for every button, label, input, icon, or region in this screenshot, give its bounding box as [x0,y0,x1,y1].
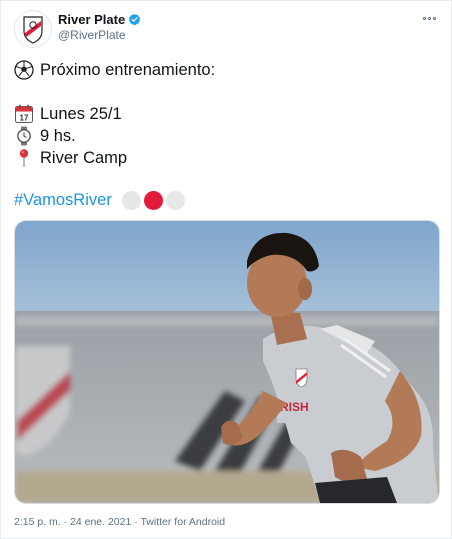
tweet-line-time: 9 hs. [14,126,76,146]
white-circle-icon [121,191,141,210]
author-row: River Plate [58,12,141,27]
more-icon[interactable] [423,13,439,23]
date-text: Lunes 25/1 [40,104,122,123]
calendar-icon: 17 [15,104,33,123]
calendar-day: 17 [20,114,29,123]
tweet-footer[interactable]: 2:15 p. m. · 24 ene. 2021 · Twitter for … [14,516,225,528]
player-photo-illustration: RISH [15,221,439,503]
watch-icon [17,126,31,146]
training-title: Próximo entrenamiento: [40,60,216,79]
author-name[interactable]: River Plate [58,12,125,27]
avatar[interactable] [14,10,52,48]
verified-badge-icon [129,13,141,26]
tweet-line-date: 17 Lunes 25/1 [14,104,122,124]
red-circle-icon [143,191,163,210]
tweet-card: River Plate @RiverPlate Próximo entrenam… [0,0,452,539]
author-handle[interactable]: @RiverPlate [58,28,126,42]
color-dots [121,191,185,210]
tweet-line-hashtag: #VamosRiver [14,191,185,210]
location-text: River Camp [40,148,128,167]
white-circle-icon [165,191,185,210]
time-text: 9 hs. [40,126,76,145]
soccer-ball-icon [14,60,34,80]
tweet-photo[interactable]: RISH [14,220,440,504]
tweet-line-training: Próximo entrenamiento: [14,60,215,80]
river-plate-crest-icon [23,16,43,44]
pin-icon [19,149,29,167]
tweet-line-location: River Camp [14,148,127,168]
hashtag-link[interactable]: #VamosRiver [14,191,112,210]
